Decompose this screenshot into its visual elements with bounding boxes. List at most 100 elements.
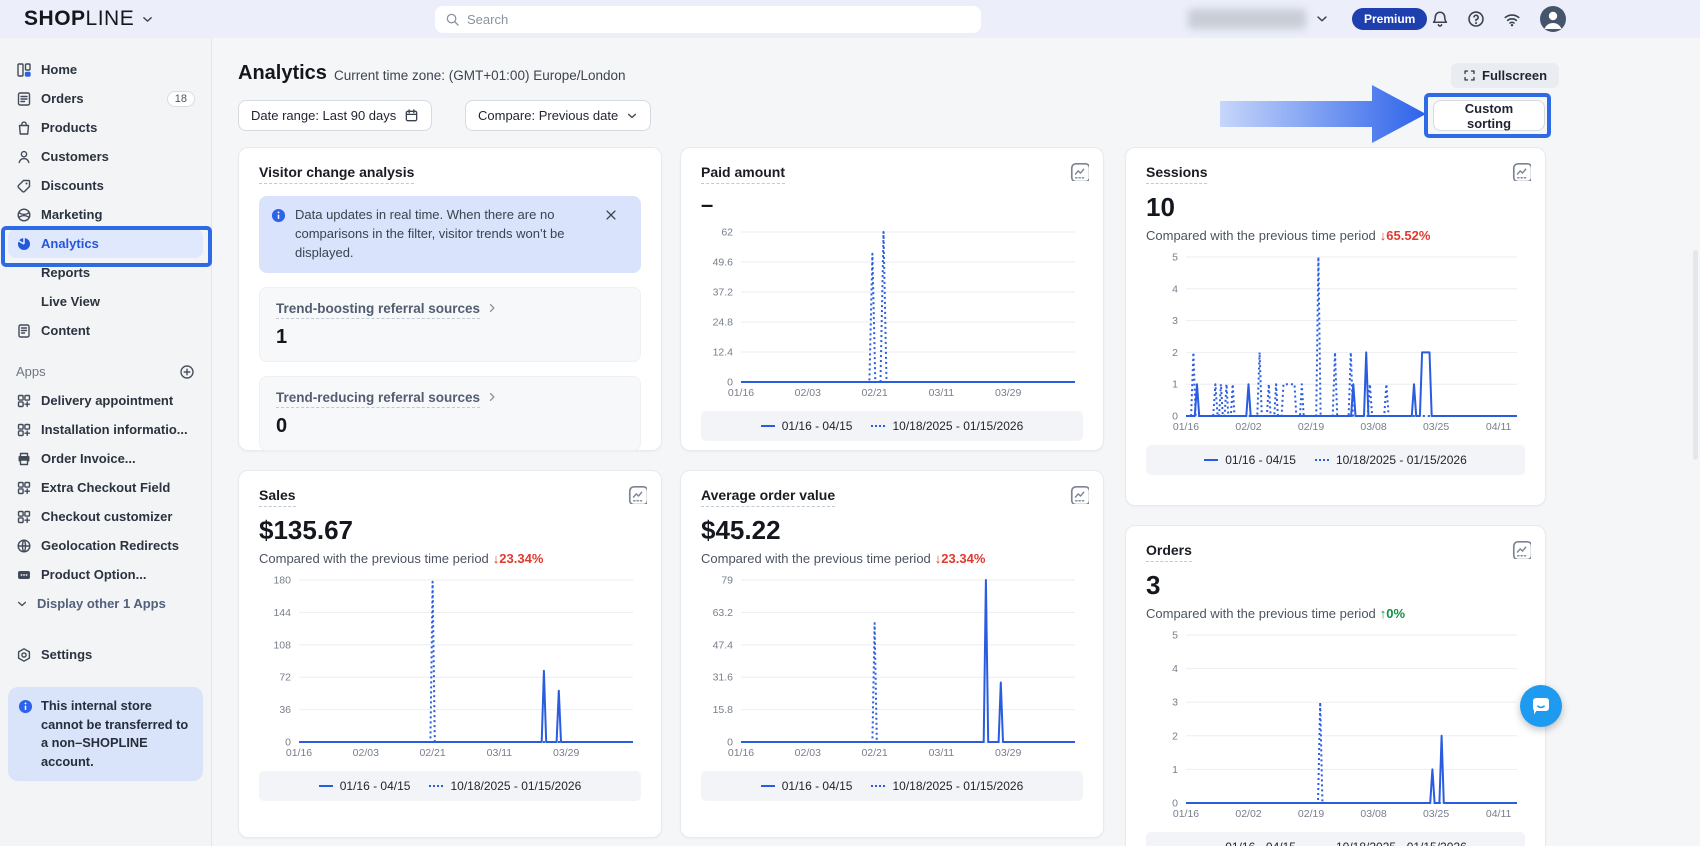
sidebar-item-marketing[interactable]: Marketing bbox=[8, 200, 203, 229]
shopline-logo[interactable]: SHOPLINE bbox=[24, 7, 154, 31]
trend-reducing-link[interactable]: Trend-reducing referral sources bbox=[276, 390, 480, 408]
sidebar-item-products[interactable]: Products bbox=[8, 113, 203, 142]
add-app-icon[interactable] bbox=[179, 364, 195, 380]
svg-text:01/16: 01/16 bbox=[728, 747, 754, 759]
svg-text:02/19: 02/19 bbox=[1298, 808, 1324, 820]
chat-widget-button[interactable] bbox=[1520, 685, 1562, 727]
trend-reducing-value: 0 bbox=[276, 415, 624, 438]
sidebar-item-display-other-apps[interactable]: Display other 1 Apps bbox=[8, 589, 203, 618]
svg-text:01/16: 01/16 bbox=[286, 747, 312, 759]
realtime-info-banner: Data updates in real time. When there ar… bbox=[259, 196, 641, 273]
sidebar-item-orders[interactable]: Orders18 bbox=[8, 84, 203, 113]
comparison-line: Compared with the previous time period↑0… bbox=[1146, 606, 1525, 621]
search-input[interactable] bbox=[467, 12, 971, 27]
card-title: Orders bbox=[1146, 542, 1192, 562]
sidebar-item-reports[interactable]: Reports bbox=[8, 258, 203, 287]
sidebar-item-delivery-appointment[interactable]: Delivery appointment bbox=[8, 386, 203, 415]
sidebar-item-customers[interactable]: Customers bbox=[8, 142, 203, 171]
notifications-bell-icon[interactable] bbox=[1431, 10, 1449, 28]
apps-header-label: Apps bbox=[16, 364, 179, 379]
sidebar-apps-header: Apps bbox=[8, 357, 203, 386]
home-icon bbox=[16, 62, 32, 78]
comparison-percent: ↓23.34% bbox=[935, 551, 986, 566]
chart-detail-icon[interactable] bbox=[1512, 540, 1531, 559]
products-icon bbox=[16, 120, 32, 136]
chart-detail-icon[interactable] bbox=[628, 485, 647, 504]
sales-card: Sales $135.67 Compared with the previous… bbox=[238, 470, 662, 838]
svg-text:03/08: 03/08 bbox=[1360, 808, 1386, 820]
orders-count-badge: 18 bbox=[167, 91, 195, 107]
svg-text:12.4: 12.4 bbox=[713, 347, 734, 359]
trend-boosting-link[interactable]: Trend-boosting referral sources bbox=[276, 301, 480, 319]
svg-text:02/02: 02/02 bbox=[1235, 808, 1261, 820]
sidebar-item-live-view[interactable]: Live View bbox=[8, 287, 203, 316]
legend-solid-swatch bbox=[1204, 459, 1218, 461]
svg-text:4: 4 bbox=[1172, 663, 1178, 675]
svg-text:04/11: 04/11 bbox=[1486, 421, 1512, 433]
chart-detail-icon[interactable] bbox=[1070, 485, 1089, 504]
comparison-percent: ↑0% bbox=[1380, 606, 1405, 621]
legend-dotted-swatch bbox=[871, 785, 885, 787]
chart-detail-icon[interactable] bbox=[1512, 162, 1531, 181]
chevron-down-icon bbox=[626, 110, 638, 122]
svg-text:4: 4 bbox=[1172, 283, 1178, 295]
sidebar-item-discounts[interactable]: Discounts bbox=[8, 171, 203, 200]
svg-text:15.8: 15.8 bbox=[713, 704, 734, 716]
chart-legend: 01/16 - 04/15 10/18/2025 - 01/15/2026 bbox=[259, 771, 641, 801]
customers-icon bbox=[16, 149, 32, 165]
sidebar-item-product-option[interactable]: Product Option... bbox=[8, 560, 203, 589]
chevron-down-icon bbox=[16, 596, 28, 612]
date-range-button[interactable]: Date range: Last 90 days bbox=[238, 100, 432, 131]
printer-icon bbox=[16, 451, 32, 467]
sidebar-item-home[interactable]: Home bbox=[8, 55, 203, 84]
optioncard-icon bbox=[16, 567, 32, 583]
sidebar-item-content[interactable]: Content bbox=[8, 316, 203, 345]
close-icon[interactable] bbox=[604, 208, 618, 222]
help-icon[interactable] bbox=[1467, 10, 1485, 28]
svg-text:03/11: 03/11 bbox=[929, 747, 955, 759]
sidebar-item-settings[interactable]: Settings bbox=[8, 640, 203, 669]
store-chevron-down-icon[interactable] bbox=[1315, 12, 1329, 26]
account-avatar[interactable] bbox=[1539, 5, 1567, 33]
svg-text:02/21: 02/21 bbox=[861, 387, 887, 399]
custom-sorting-button[interactable]: Custom sorting bbox=[1433, 100, 1545, 131]
svg-text:02/02: 02/02 bbox=[1235, 421, 1261, 433]
fullscreen-icon bbox=[1463, 69, 1476, 82]
card-title: Sales bbox=[259, 487, 296, 507]
svg-text:180: 180 bbox=[273, 575, 291, 587]
metric-value: – bbox=[701, 192, 1083, 218]
card-title: Sessions bbox=[1146, 164, 1207, 184]
card-title: Paid amount bbox=[701, 164, 785, 184]
legend-previous-label: 10/18/2025 - 01/15/2026 bbox=[1336, 840, 1467, 846]
chart-detail-icon[interactable] bbox=[1070, 162, 1089, 181]
svg-text:37.2: 37.2 bbox=[713, 287, 734, 299]
sidebar-item-checkout-customizer[interactable]: Checkout customizer bbox=[8, 502, 203, 531]
metric-value: 3 bbox=[1146, 570, 1525, 601]
fullscreen-button[interactable]: Fullscreen bbox=[1451, 63, 1559, 88]
network-status-icon[interactable] bbox=[1503, 10, 1521, 28]
svg-text:03/29: 03/29 bbox=[553, 747, 579, 759]
global-search[interactable] bbox=[435, 6, 981, 33]
sidebar-item-extra-checkout-field[interactable]: Extra Checkout Field bbox=[8, 473, 203, 502]
svg-text:04/11: 04/11 bbox=[1486, 808, 1512, 820]
logo-chevron-down-icon bbox=[141, 13, 154, 26]
sidebar-item-analytics[interactable]: Analytics bbox=[8, 229, 203, 258]
sidebar-item-order-invoice[interactable]: Order Invoice... bbox=[8, 444, 203, 473]
svg-text:79: 79 bbox=[721, 575, 733, 587]
legend-previous-label: 10/18/2025 - 01/15/2026 bbox=[892, 779, 1023, 793]
marketing-icon bbox=[16, 207, 32, 223]
svg-text:62: 62 bbox=[721, 227, 733, 239]
internal-store-notice: This internal store cannot be transferre… bbox=[8, 687, 203, 781]
scrollbar-thumb[interactable] bbox=[1693, 250, 1698, 460]
info-icon bbox=[271, 208, 286, 223]
metric-value: $135.67 bbox=[259, 515, 641, 546]
chat-bubble-icon bbox=[1529, 694, 1553, 718]
metric-value: 10 bbox=[1146, 192, 1525, 223]
compare-button[interactable]: Compare: Previous date bbox=[465, 100, 651, 131]
app-icon bbox=[16, 509, 32, 525]
paid-amount-card: Paid amount – 012.424.837.249.66201/1602… bbox=[680, 147, 1104, 451]
svg-text:03/25: 03/25 bbox=[1423, 421, 1449, 433]
sidebar-item-installation-informatio[interactable]: Installation informatio... bbox=[8, 415, 203, 444]
legend-current-label: 01/16 - 04/15 bbox=[1225, 840, 1296, 846]
sidebar-item-geolocation-redirects[interactable]: Geolocation Redirects bbox=[8, 531, 203, 560]
